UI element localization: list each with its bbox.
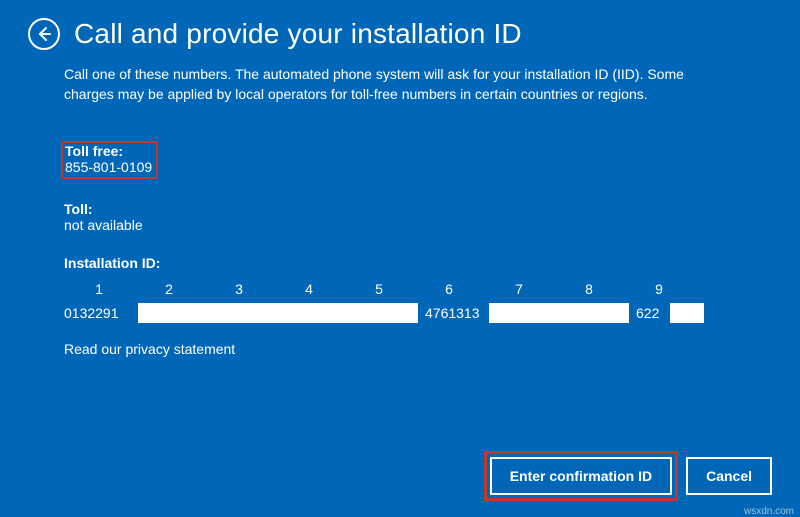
iid-value-row: 0132291 4761313 622 (64, 303, 736, 323)
enter-confirmation-id-button[interactable]: Enter confirmation ID (490, 457, 672, 495)
back-button[interactable] (28, 18, 60, 50)
iid-label: Installation ID: (64, 255, 736, 271)
iid-header-row: 1 2 3 4 5 6 7 8 9 (64, 281, 736, 297)
cancel-button[interactable]: Cancel (686, 457, 772, 495)
footer: Enter confirmation ID Cancel (490, 457, 772, 495)
toll-free-label: Toll free: (65, 143, 152, 159)
iid-seg9-blank (670, 303, 704, 323)
privacy-link[interactable]: Read our privacy statement (64, 341, 736, 357)
toll-value: not available (64, 217, 736, 233)
iid-col-8: 8 (554, 281, 624, 297)
toll-free-section: Toll free: 855-801-0109 (61, 141, 158, 179)
iid-seg1: 0132291 (64, 305, 138, 321)
iid-col-5: 5 (344, 281, 414, 297)
iid-col-1: 1 (64, 281, 134, 297)
content-area: Call one of these numbers. The automated… (0, 58, 800, 357)
iid-col-7: 7 (484, 281, 554, 297)
iid-col-3: 3 (204, 281, 274, 297)
iid-seg7-8-blank (489, 303, 629, 323)
toll-free-value: 855-801-0109 (65, 159, 152, 175)
iid-col-4: 4 (274, 281, 344, 297)
iid-col-2: 2 (134, 281, 204, 297)
arrow-left-icon (36, 26, 52, 42)
watermark: wsxdn.com (744, 506, 794, 517)
toll-label: Toll: (64, 201, 736, 217)
iid-seg2-5-blank (138, 303, 418, 323)
header: Call and provide your installation ID (0, 0, 800, 58)
iid-seg9: 622 (634, 305, 668, 321)
iid-seg6: 4761313 (423, 305, 489, 321)
description-text: Call one of these numbers. The automated… (64, 64, 736, 105)
iid-col-6: 6 (414, 281, 484, 297)
page-title: Call and provide your installation ID (74, 18, 522, 50)
iid-col-9: 9 (624, 281, 694, 297)
